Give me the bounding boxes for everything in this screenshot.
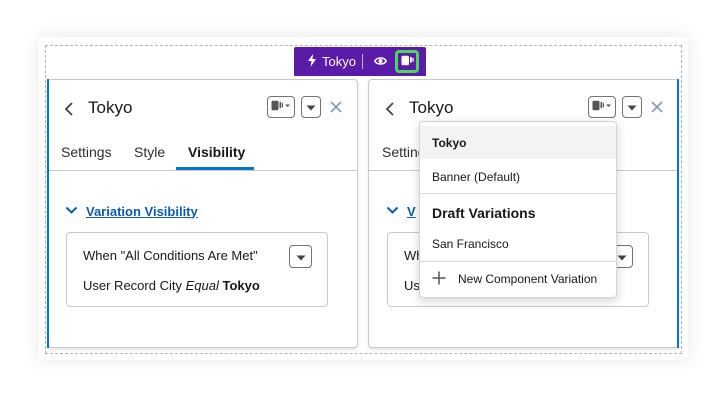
variation-visibility-section[interactable]: V	[386, 202, 416, 220]
menu-item-banner-default[interactable]: Banner (Default)	[420, 160, 616, 193]
section-title[interactable]: V	[407, 204, 416, 219]
condition-rule: User Record City Equal Tokyo	[83, 278, 260, 293]
tab-style[interactable]: Style	[134, 144, 165, 160]
close-icon[interactable]	[649, 99, 665, 115]
toolbar-divider	[362, 54, 363, 69]
panel-header: Tokyo	[48, 94, 357, 124]
plus-icon	[432, 271, 446, 288]
component-toolbar: Tokyo	[294, 47, 426, 76]
condition-rule: Us	[404, 278, 420, 293]
chevron-down-icon	[296, 248, 306, 266]
panel-title: Tokyo	[88, 98, 133, 117]
panel-focus-edge	[677, 79, 679, 348]
active-tab-indicator	[176, 167, 254, 170]
draft-variations-heading: Draft Variations	[432, 205, 536, 221]
chevron-down-icon	[65, 202, 78, 220]
variation-visibility-section[interactable]: Variation Visibility	[65, 202, 198, 220]
variation-menu-button[interactable]	[267, 96, 295, 118]
section-title[interactable]: Variation Visibility	[86, 204, 198, 219]
panel-title: Tokyo	[409, 98, 454, 117]
back-chevron-icon[interactable]	[383, 101, 397, 117]
condition-operator: Equal	[185, 278, 219, 293]
variation-menu-button[interactable]	[588, 96, 616, 118]
condition-value: Tokyo	[222, 278, 260, 293]
visibility-condition-card: When "All Conditions Are Met" User Recor…	[66, 232, 328, 307]
condition-logic: When "All Conditions Are Met"	[83, 248, 258, 263]
visibility-toggle-button[interactable]	[367, 47, 393, 76]
properties-panel-left: Tokyo Settings Style Visibility Variatio…	[47, 79, 358, 348]
variation-name-label: Tokyo	[322, 54, 356, 69]
variations-toolbar-button[interactable]	[395, 50, 419, 73]
tab-settings[interactable]: Settings	[61, 144, 112, 160]
variation-name-chip[interactable]: Tokyo	[294, 47, 362, 76]
bolt-icon	[307, 53, 317, 70]
chevron-down-icon	[617, 248, 627, 266]
menu-item-tokyo[interactable]: Tokyo	[420, 126, 616, 159]
chevron-down-icon	[386, 202, 399, 220]
condition-options-button[interactable]	[289, 245, 312, 268]
panel-options-button[interactable]	[301, 96, 321, 118]
variation-icon	[271, 98, 291, 116]
panel-focus-edge	[47, 79, 49, 348]
menu-item-san-francisco[interactable]: San Francisco	[420, 227, 616, 261]
panel-tabs: Settings Style Visibility	[48, 140, 357, 171]
chevron-down-icon	[627, 98, 637, 116]
variation-icon	[401, 54, 414, 69]
tab-visibility[interactable]: Visibility	[188, 144, 245, 160]
condition-field: User Record City	[83, 278, 182, 293]
variation-dropdown-menu: Tokyo Banner (Default) Draft Variations …	[419, 121, 617, 298]
new-variation-label: New Component Variation	[458, 272, 598, 286]
chevron-down-icon	[306, 98, 316, 116]
variation-icon	[592, 98, 612, 116]
eye-icon	[373, 54, 387, 69]
panel-options-button[interactable]	[622, 96, 642, 118]
close-icon[interactable]	[328, 99, 344, 115]
back-chevron-icon[interactable]	[62, 101, 76, 117]
panel-header: Tokyo	[369, 94, 678, 124]
new-component-variation-button[interactable]: New Component Variation	[420, 262, 616, 296]
menu-divider	[420, 193, 616, 194]
